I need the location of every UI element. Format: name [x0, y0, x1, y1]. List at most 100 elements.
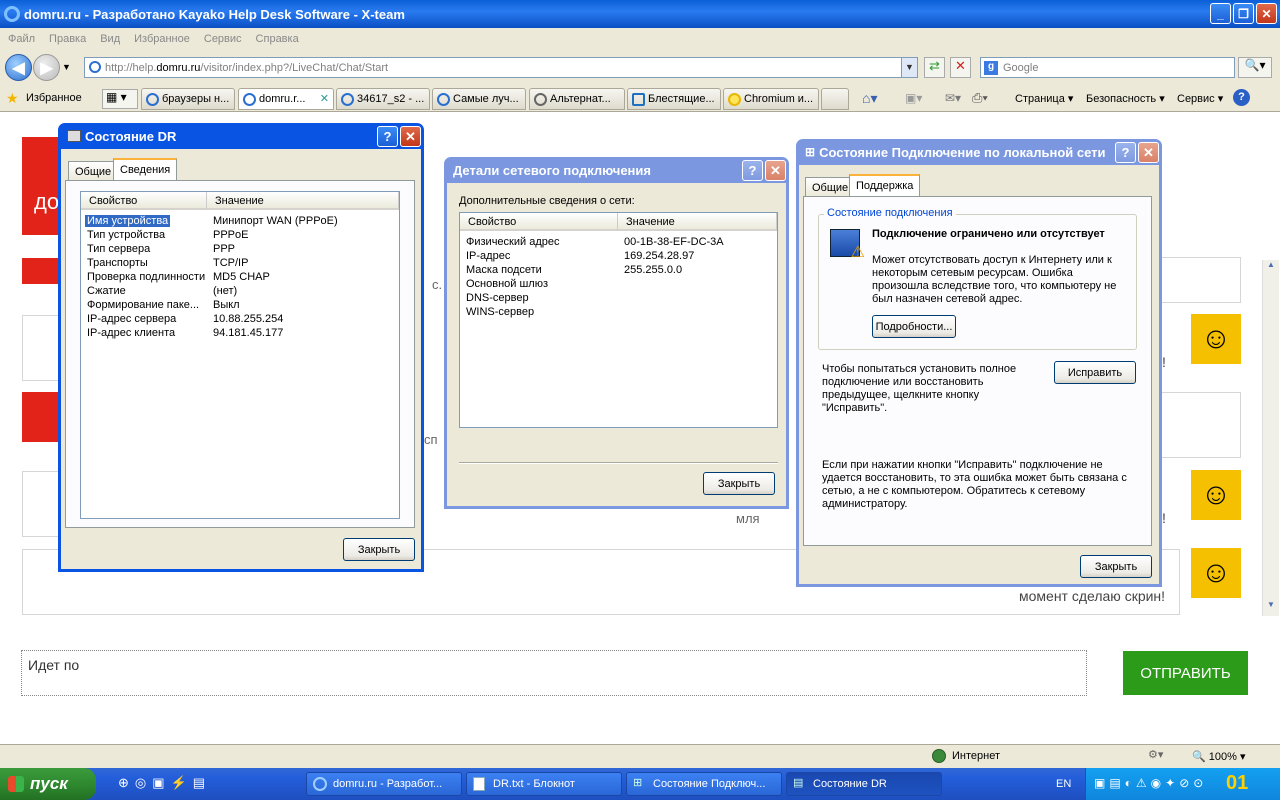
language-indicator[interactable]: EN [1056, 778, 1071, 790]
property-name[interactable]: WINS-сервер [466, 306, 534, 318]
details-list[interactable]: Свойство Значение Имя устройства Минипорт… [80, 191, 400, 519]
close-icon[interactable]: ✕ [400, 126, 421, 147]
column-header-value[interactable]: Значение [618, 213, 777, 231]
tab-support[interactable]: Поддержка [849, 174, 921, 196]
repair-button[interactable]: Исправить [1054, 361, 1136, 384]
menu-file[interactable]: Файл [8, 33, 35, 45]
help-button[interactable]: ? [742, 160, 763, 181]
close-dialog-button[interactable]: Закрыть [343, 538, 415, 561]
tab-alternative[interactable]: Альтернат... [529, 88, 625, 110]
network-details-list[interactable]: Свойство Значение Физический адрес 00-1B-… [459, 212, 778, 428]
property-name[interactable]: IP-адрес [466, 250, 510, 262]
address-post: /visitor/index.php?/LiveChat/Chat/Start [200, 61, 389, 74]
quick-tabs-icon[interactable]: ▦ ▾ [102, 89, 138, 109]
address-bar[interactable]: http://help. domru.ru/visitor/index.php?/… [84, 57, 918, 78]
zone-label: Интернет [952, 750, 1000, 762]
column-header-property[interactable]: Свойство [460, 213, 618, 231]
quicklaunch-icons[interactable]: ⊕◎▣⚡▤ [118, 775, 211, 791]
property-name[interactable]: Маска подсети [466, 264, 542, 276]
property-name[interactable]: Проверка подлинности [87, 271, 205, 283]
tab-domru[interactable]: domru.r... ✕ [238, 88, 334, 110]
status-bar: Интернет ⚙▾ 🔍 100% ▾ [0, 744, 1280, 768]
menu-favorites[interactable]: Избранное [134, 33, 190, 45]
tab-general[interactable]: Общие [805, 177, 856, 197]
property-name[interactable]: Физический адрес [466, 236, 559, 248]
taskbar-label: domru.ru - Разработ... [333, 778, 443, 790]
refresh-icon[interactable]: ⇄ [924, 57, 945, 78]
home-icon[interactable]: ⌂▾ [862, 90, 877, 107]
column-header-value[interactable]: Значение [207, 192, 399, 210]
scroll-down-icon[interactable]: ▼ [1264, 600, 1278, 614]
favorites-button[interactable]: Избранное [26, 92, 82, 104]
tray-icons[interactable]: ▣▤◐⚠◉✦⊘⊙ [1094, 776, 1207, 790]
tools-menu[interactable]: Сервис ▾ [1177, 92, 1223, 105]
send-button[interactable]: ОТПРАВИТЬ [1123, 651, 1248, 695]
menu-tools[interactable]: Сервис [204, 33, 242, 45]
history-dropdown-icon[interactable]: ▼ [62, 62, 71, 72]
taskbar-label: DR.txt - Блокнот [493, 778, 575, 790]
tab-general[interactable]: Общие [68, 161, 119, 181]
taskbar-button-lan-status[interactable]: ⊞ Состояние Подключ... [626, 772, 782, 796]
clock[interactable]: 01 [1226, 772, 1248, 795]
ie-page-icon [243, 93, 256, 106]
tab-label: Альтернат... [550, 93, 611, 105]
close-dialog-button[interactable]: Закрыть [703, 472, 775, 495]
start-button[interactable]: пуск [0, 768, 96, 800]
tab-best[interactable]: Самые луч... [432, 88, 526, 110]
search-icon[interactable]: 🔍▾ [1238, 57, 1272, 78]
column-header-property[interactable]: Свойство [81, 192, 207, 210]
property-name[interactable]: IP-адрес сервера [87, 313, 176, 325]
zoom-control[interactable]: 🔍 100% ▾ [1192, 750, 1245, 763]
address-dropdown-icon[interactable]: ▼ [901, 58, 917, 77]
taskbar-button-dr-status[interactable]: ▤ Состояние DR [786, 772, 942, 796]
message-input[interactable]: Идет по [21, 650, 1087, 696]
scroll-up-icon[interactable]: ▲ [1264, 260, 1278, 274]
back-button[interactable]: ◀ [5, 54, 32, 81]
close-button[interactable]: ✕ [1256, 3, 1277, 24]
protected-mode-icon[interactable]: ⚙▾ [1148, 748, 1163, 761]
property-name[interactable]: Имя устройства [85, 215, 171, 227]
tab-chromium[interactable]: Chromium и... [723, 88, 819, 110]
favorites-star-icon[interactable]: ★ [6, 90, 19, 107]
close-icon[interactable]: ✕ [765, 160, 786, 181]
print-icon[interactable]: ⎙▾ [972, 90, 988, 106]
forward-button[interactable]: ▶ [33, 54, 60, 81]
property-value: (нет) [213, 285, 238, 297]
menu-view[interactable]: Вид [100, 33, 120, 45]
tab-shiny[interactable]: Блестящие... [627, 88, 721, 110]
details-button[interactable]: Подробности... [872, 315, 956, 338]
security-menu[interactable]: Безопасность ▾ [1086, 92, 1165, 105]
property-name[interactable]: Сжатие [87, 285, 126, 297]
tab-close-icon[interactable]: ✕ [320, 92, 329, 105]
chat-scrollbar[interactable]: ▲ ▼ [1262, 260, 1279, 616]
property-name[interactable]: Транспорты [87, 257, 148, 269]
property-name[interactable]: Тип сервера [87, 243, 150, 255]
property-name[interactable]: DNS-сервер [466, 292, 529, 304]
new-tab-button[interactable] [821, 88, 849, 110]
taskbar-button-ie[interactable]: domru.ru - Разработ... [306, 772, 462, 796]
dialog-title: Состояние DR [85, 128, 177, 144]
stop-icon[interactable]: ✕ [950, 57, 971, 78]
taskbar-button-notepad[interactable]: DR.txt - Блокнот [466, 772, 622, 796]
tab-browsers[interactable]: браузеры н... [141, 88, 235, 110]
close-dialog-button[interactable]: Закрыть [1080, 555, 1152, 578]
minimize-button[interactable]: _ [1210, 3, 1231, 24]
mail-icon[interactable]: ✉▾ [945, 91, 961, 105]
tab-details[interactable]: Сведения [113, 158, 178, 180]
search-input[interactable]: g Google [980, 57, 1235, 78]
page-icon [89, 61, 101, 73]
maximize-button[interactable]: ❐ [1233, 3, 1254, 24]
property-name[interactable]: Основной шлюз [466, 278, 548, 290]
property-name[interactable]: IP-адрес клиента [87, 327, 175, 339]
menu-help[interactable]: Справка [256, 33, 299, 45]
menu-edit[interactable]: Правка [49, 33, 86, 45]
feeds-icon[interactable]: ▣▾ [905, 91, 922, 105]
help-button[interactable]: ? [377, 126, 398, 147]
tab-34617[interactable]: 34617_s2 - ... [336, 88, 430, 110]
property-name[interactable]: Формирование паке... [87, 299, 199, 311]
help-button[interactable]: ? [1115, 142, 1136, 163]
help-icon[interactable]: ? [1233, 89, 1250, 106]
property-name[interactable]: Тип устройства [87, 229, 165, 241]
close-icon[interactable]: ✕ [1138, 142, 1159, 163]
page-menu[interactable]: Страница ▾ [1015, 92, 1073, 105]
